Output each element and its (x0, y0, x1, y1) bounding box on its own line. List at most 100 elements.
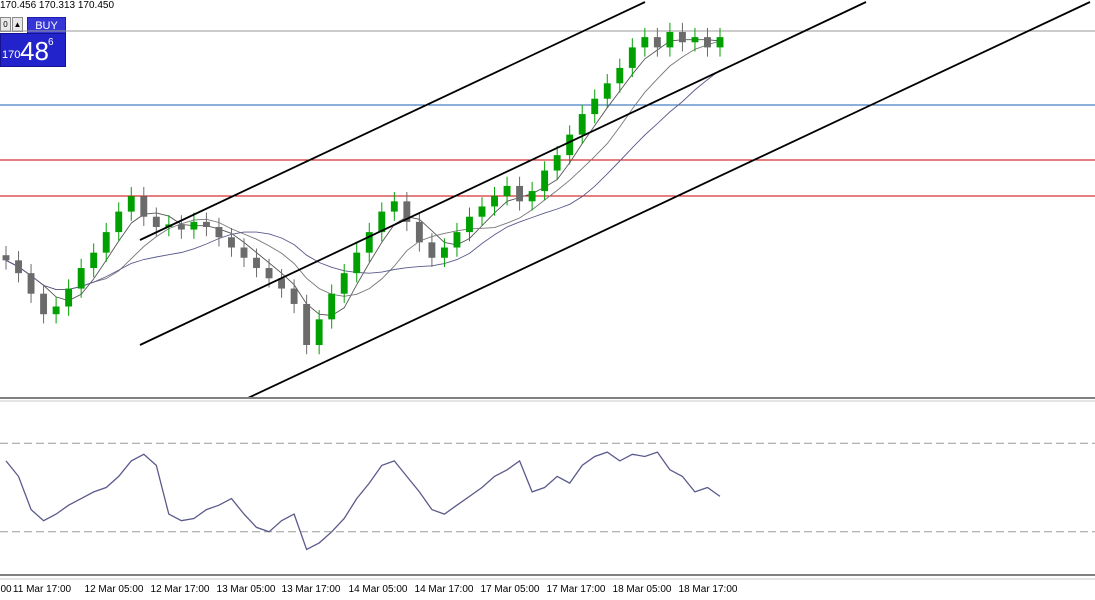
candle (403, 192, 411, 232)
candlestick-series (2, 22, 724, 355)
candle (115, 202, 123, 242)
time-tick-label: 13 Mar 05:00 (216, 584, 276, 595)
candle (365, 222, 373, 262)
candle (704, 27, 711, 57)
candle-body (516, 185, 524, 202)
candle (503, 176, 511, 206)
candle-body (591, 98, 599, 115)
time-tick-label: 18 Mar 17:00 (678, 584, 738, 595)
panel-separators (0, 397, 1095, 580)
time-tick-label: 17 Mar 05:00 (480, 584, 540, 595)
candle-body (478, 206, 486, 217)
candle-body (65, 288, 73, 307)
candle-body (691, 37, 699, 43)
candle-body (40, 293, 48, 315)
candle-body (528, 191, 536, 202)
candle (541, 161, 549, 201)
time-tick-label: 17 Mar 17:00 (546, 584, 606, 595)
candle (278, 269, 286, 298)
candle-body (253, 257, 260, 269)
price-chart[interactable] (0, 0, 1095, 600)
time-tick-label: 00 (0, 584, 12, 595)
candle (40, 284, 48, 324)
candle-body (340, 273, 348, 294)
oscillator-panel (0, 442, 1095, 551)
candle-body (553, 155, 561, 171)
candle (353, 243, 361, 283)
time-tick-label: 14 Mar 05:00 (348, 584, 408, 595)
candle (603, 74, 611, 108)
candle-body (678, 32, 686, 43)
candle-body (503, 185, 511, 197)
candle-body (653, 37, 661, 48)
candle-body (415, 221, 423, 243)
candle (90, 243, 98, 278)
candle (65, 279, 73, 316)
candle (553, 145, 561, 180)
time-tick-label: 18 Mar 05:00 (612, 584, 672, 595)
candle-body (641, 37, 649, 48)
candle-body (127, 196, 135, 212)
candle (516, 176, 524, 211)
candle-body (566, 134, 574, 156)
candle-body (666, 32, 674, 48)
time-tick-label: 14 Mar 17:00 (414, 584, 474, 595)
candle-body (578, 114, 586, 135)
channel-lines (139, 1, 1091, 399)
candle-body (152, 216, 160, 227)
channel-line-3 (247, 1, 1091, 399)
candle-body (315, 319, 323, 345)
candle-body (2, 255, 10, 261)
candle (15, 251, 22, 283)
candle (491, 186, 498, 216)
candle (453, 222, 461, 257)
candle (591, 89, 599, 124)
candle (303, 294, 311, 355)
candle (328, 284, 336, 329)
candle-body (453, 232, 461, 248)
candle (140, 186, 148, 226)
channel-line-2 (139, 1, 867, 346)
candle-body (628, 47, 636, 68)
candle-body (541, 170, 549, 192)
candle (240, 238, 248, 268)
candle-body (303, 303, 311, 345)
candle-body (353, 252, 361, 274)
candle-body (228, 237, 235, 248)
candle-body (265, 268, 273, 279)
candle-body (428, 242, 436, 258)
candle (315, 310, 323, 355)
candle-body (466, 216, 473, 233)
candle-body (603, 83, 611, 99)
candle (653, 27, 661, 57)
candle-body (328, 293, 336, 320)
candle-body (390, 201, 398, 212)
candle (253, 248, 260, 278)
candle-body (240, 247, 248, 258)
candle-body (177, 224, 185, 230)
candle-body (90, 252, 98, 269)
candle-body (202, 221, 210, 227)
candle-body (716, 37, 724, 48)
time-tick-label: 12 Mar 05:00 (84, 584, 144, 595)
candle (202, 212, 210, 237)
time-tick-label: 13 Mar 17:00 (281, 584, 341, 595)
candle (678, 22, 686, 52)
candle (378, 202, 386, 242)
candle-body (440, 247, 448, 258)
candle-body (190, 221, 198, 230)
candle-body (491, 196, 498, 207)
candle-body (704, 37, 711, 48)
time-tick-label: 12 Mar 17:00 (150, 584, 210, 595)
candle (27, 263, 35, 303)
candle (290, 279, 298, 314)
oscillator-line (5, 451, 721, 551)
candle-body (102, 232, 110, 253)
candle-body (140, 196, 148, 217)
candle (641, 27, 649, 57)
candle-body (15, 260, 22, 274)
time-tick-label: 11 Mar 17:00 (12, 584, 72, 595)
candle-body (27, 273, 35, 294)
candle (478, 197, 486, 226)
moving-average-3 (5, 69, 721, 291)
